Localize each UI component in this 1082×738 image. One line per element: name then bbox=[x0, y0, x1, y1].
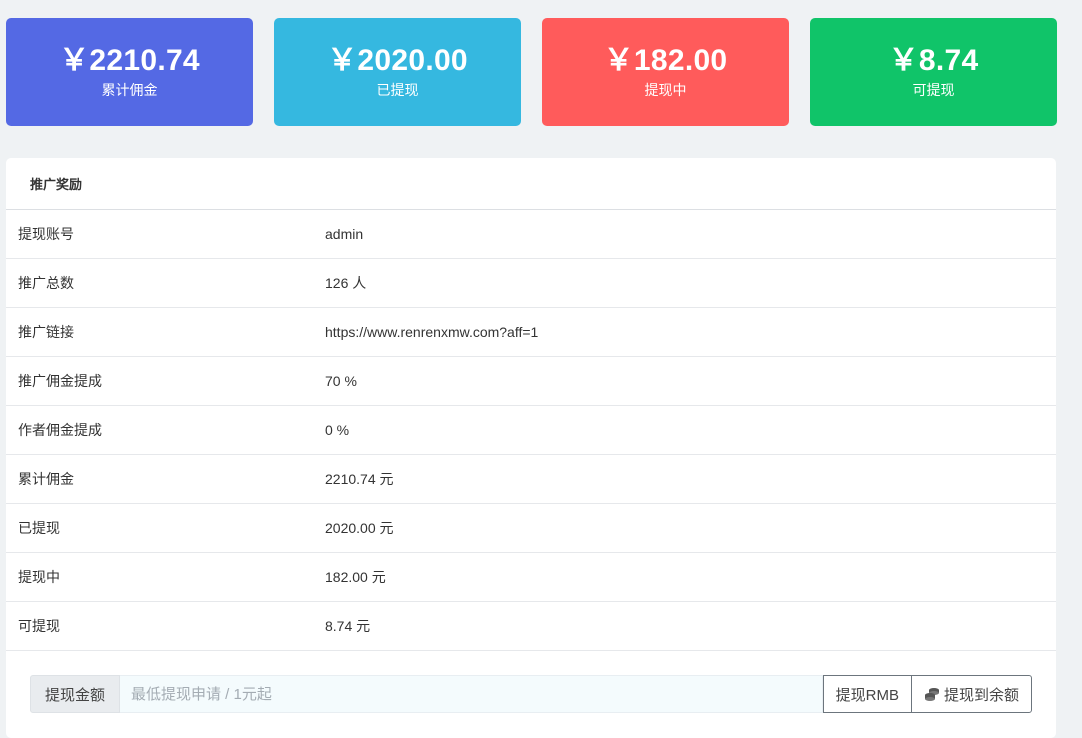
withdraw-amount-label: 提现金额 bbox=[30, 675, 120, 713]
row-value: 182.00 元 bbox=[325, 569, 386, 585]
row-key: 推广总数 bbox=[18, 275, 74, 291]
coins-icon bbox=[924, 686, 940, 702]
withdraw-to-balance-button[interactable]: 提现到余额 bbox=[910, 675, 1032, 713]
info-row-withdrawn: 已提现 2020.00 元 bbox=[6, 504, 1056, 553]
row-value: 2210.74 元 bbox=[325, 471, 394, 487]
withdraw-amount-input[interactable] bbox=[120, 675, 823, 713]
stats-cards: ￥2210.74 累计佣金 ￥2020.00 已提现 ￥182.00 提现中 ￥… bbox=[6, 18, 1057, 126]
row-key: 推广链接 bbox=[18, 324, 74, 340]
row-key: 已提现 bbox=[18, 520, 60, 536]
promotion-reward-panel: 推广奖励 提现账号 admin 推广总数 126 人 推广链接 https://… bbox=[6, 158, 1056, 738]
info-row-account: 提现账号 admin bbox=[6, 210, 1056, 259]
info-row-withdrawing: 提现中 182.00 元 bbox=[6, 553, 1056, 602]
stat-amount: ￥2210.74 bbox=[59, 44, 200, 77]
info-row-promotion-link: 推广链接 https://www.renrenxmw.com?aff=1 bbox=[6, 308, 1056, 357]
row-value: 0 % bbox=[325, 422, 350, 438]
info-row-author-rate: 作者佣金提成 0 % bbox=[6, 406, 1056, 455]
row-key: 提现账号 bbox=[18, 226, 74, 242]
panel-title: 推广奖励 bbox=[6, 158, 1056, 210]
row-key: 可提现 bbox=[18, 618, 60, 634]
row-key: 提现中 bbox=[18, 569, 60, 585]
info-row-promotion-rate: 推广佣金提成 70 % bbox=[6, 357, 1056, 406]
stat-label: 已提现 bbox=[376, 82, 419, 98]
row-value[interactable]: https://www.renrenxmw.com?aff=1 bbox=[325, 324, 1056, 340]
stat-amount: ￥2020.00 bbox=[327, 44, 468, 77]
row-value: 70 % bbox=[325, 373, 357, 389]
info-row-promotion-count: 推广总数 126 人 bbox=[6, 259, 1056, 308]
stat-card-withdrawing: ￥182.00 提现中 bbox=[542, 18, 789, 126]
stat-card-total-commission: ￥2210.74 累计佣金 bbox=[6, 18, 253, 126]
row-value: 8.74 元 bbox=[325, 618, 371, 634]
stat-label: 可提现 bbox=[912, 82, 955, 98]
row-value: 2020.00 元 bbox=[325, 520, 394, 536]
row-key: 推广佣金提成 bbox=[18, 373, 102, 389]
stat-label: 累计佣金 bbox=[101, 82, 158, 98]
info-row-total-commission: 累计佣金 2210.74 元 bbox=[6, 455, 1056, 504]
withdraw-rmb-button[interactable]: 提现RMB bbox=[822, 675, 911, 713]
withdraw-rmb-label: 提现RMB bbox=[835, 686, 899, 704]
stat-label: 提现中 bbox=[644, 82, 687, 98]
stat-amount: ￥8.74 bbox=[888, 44, 979, 77]
info-row-available: 可提现 8.74 元 bbox=[6, 602, 1056, 651]
row-value: admin bbox=[325, 226, 364, 242]
withdraw-to-balance-label: 提现到余额 bbox=[943, 686, 1019, 704]
stat-card-withdrawn: ￥2020.00 已提现 bbox=[274, 18, 521, 126]
row-key: 作者佣金提成 bbox=[18, 422, 102, 438]
stat-card-available: ￥8.74 可提现 bbox=[810, 18, 1057, 126]
row-key: 累计佣金 bbox=[18, 471, 74, 487]
withdraw-form: 提现金额 提现RMB 提现到余额 bbox=[30, 675, 1032, 713]
stat-amount: ￥182.00 bbox=[603, 44, 728, 77]
row-value: 126 人 bbox=[325, 275, 367, 291]
